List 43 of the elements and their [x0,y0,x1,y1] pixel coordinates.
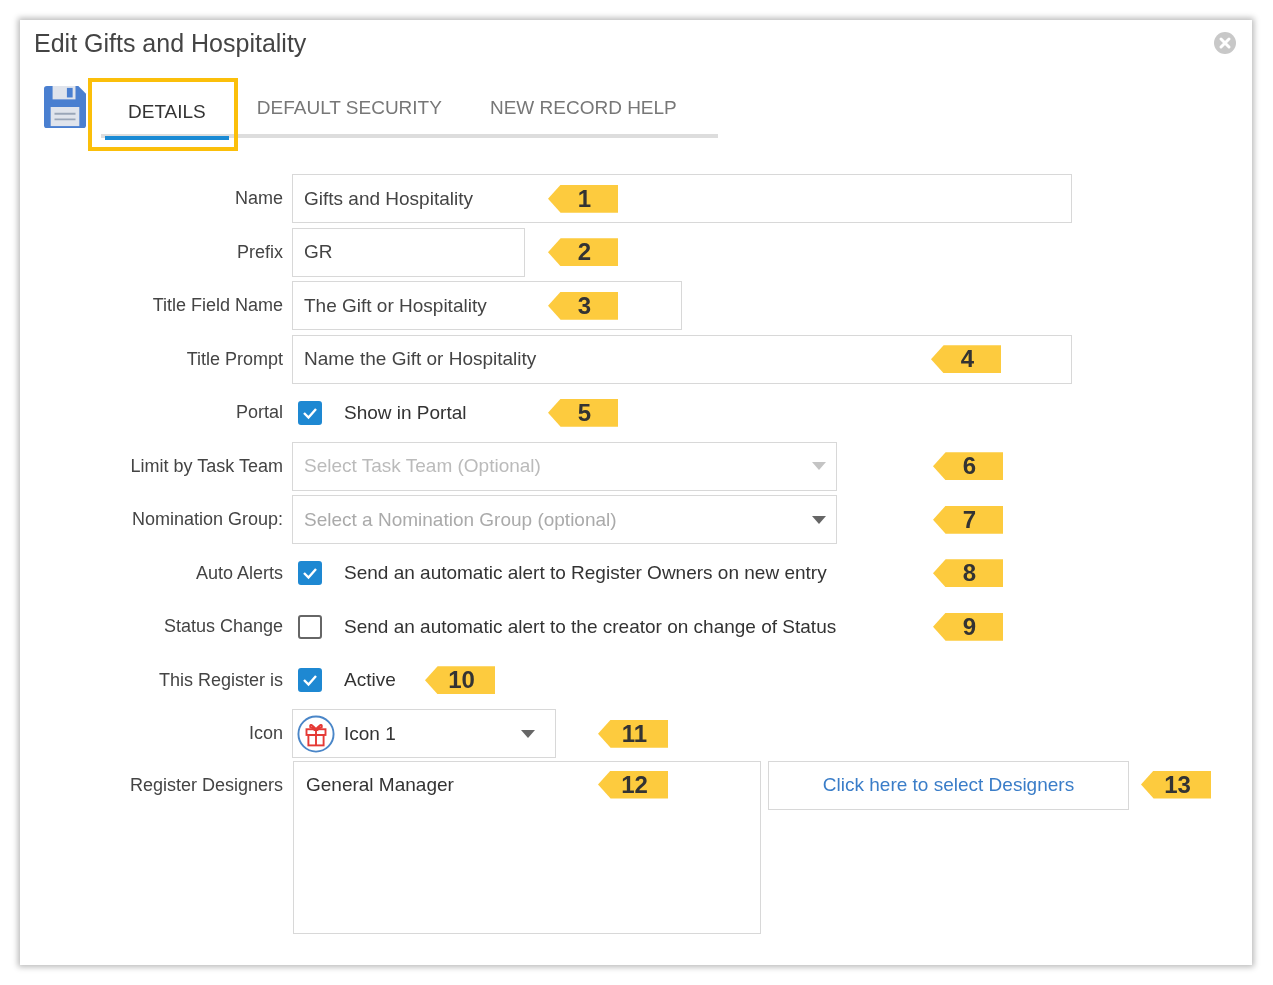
callout-marker: 10 [425,666,495,695]
checkbox[interactable] [298,400,322,425]
checkbox-label: Send an automatic alert to Register Owners on new entry [344,562,827,585]
window-title: Edit Gifts and Hospitality [34,28,307,58]
icon-dropdown[interactable]: Icon 1 [292,709,556,759]
callout-marker: 6 [933,452,1003,481]
field-label: Nomination Group: [130,509,283,531]
callout-marker: 7 [933,505,1003,534]
callout-marker: 4 [931,345,1001,374]
field-label: This Register is [157,669,283,691]
field-label: Limit by Task Team [129,455,283,477]
callout-marker: 2 [548,238,618,267]
caret-icon [812,462,826,471]
field-label: Register Designers [128,774,283,796]
field-label: Prefix [236,241,283,263]
field-label: Title Prompt [185,348,283,370]
save-icon[interactable] [43,86,87,128]
tab[interactable]: NEW RECORD HELP [465,84,701,132]
checkbox[interactable] [298,614,322,639]
checkbox-label: Active [344,669,396,692]
checkbox-label: Show in Portal [344,401,467,424]
field-label: Name [234,188,283,210]
field-label: Title Field Name [151,295,283,317]
tab[interactable]: DEFAULT SECURITY [232,84,466,132]
field-label: Status Change [162,616,283,638]
callout-marker: 9 [933,612,1003,641]
tab[interactable]: DETAILS [105,88,229,140]
field-label: Auto Alerts [194,562,283,584]
caret-icon [521,729,535,738]
gift-icon [297,714,335,753]
callout-marker: 8 [933,559,1003,588]
checkbox[interactable] [298,668,322,693]
text-field[interactable]: GR [292,227,525,277]
checkbox[interactable] [298,561,322,586]
callout-marker: 12 [598,770,668,799]
callout-marker: 11 [598,719,668,748]
select-designers-button[interactable]: Click here to select Designers [768,760,1129,810]
checkbox-label: Send an automatic alert to the creator on change of Status [344,615,837,638]
callout-marker: 5 [548,398,618,427]
caret-icon [812,515,826,524]
callout-marker: 13 [1141,770,1211,799]
field-label: Icon [247,723,283,745]
field-label: Portal [234,402,283,424]
